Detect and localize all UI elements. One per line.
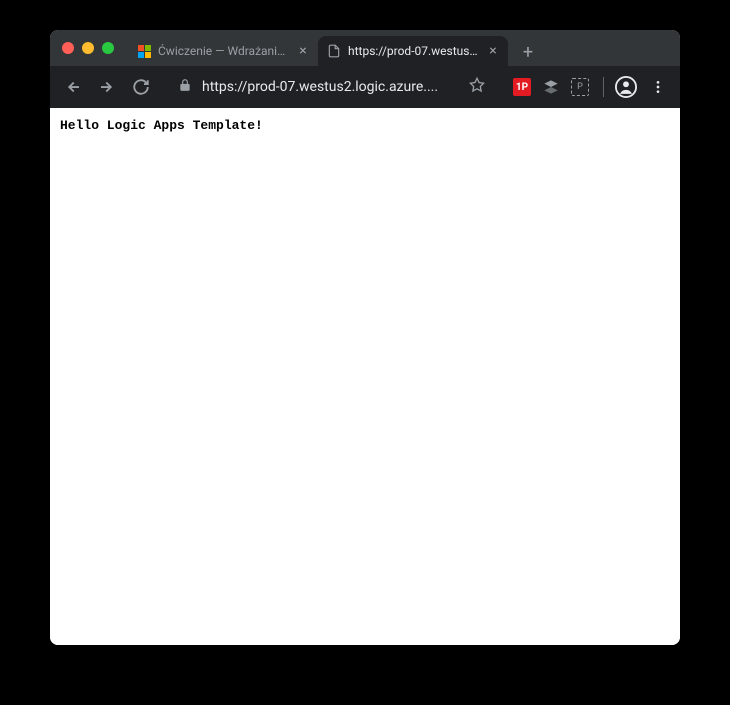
- lock-icon: [178, 78, 192, 96]
- window-maximize-button[interactable]: [102, 42, 114, 54]
- arrow-left-icon: [64, 78, 82, 96]
- tab-active[interactable]: https://prod-07.westus2.logic ×: [318, 36, 508, 66]
- window-controls: [62, 42, 128, 54]
- onepassword-extension-icon[interactable]: 1P: [513, 78, 531, 96]
- tab-close-icon[interactable]: ×: [486, 44, 500, 58]
- tab-close-icon[interactable]: ×: [296, 44, 310, 58]
- reload-button[interactable]: [126, 72, 156, 102]
- tab-inactive[interactable]: Ćwiczenie — Wdrażanie i eksportowanie ×: [128, 36, 318, 66]
- tab-title: https://prod-07.westus2.logic: [348, 44, 480, 58]
- toolbar: https://prod-07.westus2.logic.azure.... …: [50, 66, 680, 108]
- url-text: https://prod-07.westus2.logic.azure....: [202, 79, 459, 95]
- arrow-right-icon: [98, 78, 116, 96]
- bookmark-star-icon[interactable]: [469, 77, 485, 97]
- forward-button[interactable]: [92, 72, 122, 102]
- window-minimize-button[interactable]: [82, 42, 94, 54]
- window-close-button[interactable]: [62, 42, 74, 54]
- file-favicon-icon: [326, 43, 342, 59]
- browser-window: Ćwiczenie — Wdrażanie i eksportowanie × …: [50, 30, 680, 645]
- tab-bar: Ćwiczenie — Wdrażanie i eksportowanie × …: [50, 30, 680, 66]
- page-content: Hello Logic Apps Template!: [50, 108, 680, 645]
- tabs-container: Ćwiczenie — Wdrażanie i eksportowanie × …: [128, 30, 542, 66]
- toolbar-divider: [603, 77, 604, 97]
- tab-title: Ćwiczenie — Wdrażanie i eksportowanie: [158, 44, 290, 58]
- page-body-text: Hello Logic Apps Template!: [60, 118, 670, 133]
- kebab-menu-icon: [650, 79, 666, 95]
- new-tab-button[interactable]: +: [514, 38, 542, 66]
- address-bar[interactable]: https://prod-07.westus2.logic.azure....: [166, 72, 497, 102]
- chrome-menu-button[interactable]: [644, 73, 672, 101]
- reload-icon: [132, 78, 150, 96]
- profile-button[interactable]: [612, 73, 640, 101]
- back-button[interactable]: [58, 72, 88, 102]
- buffer-extension-icon[interactable]: [541, 77, 561, 97]
- extension-icons: 1P P: [507, 77, 595, 97]
- microsoft-favicon-icon: [136, 43, 152, 59]
- pixel-extension-icon[interactable]: P: [571, 78, 589, 96]
- profile-icon: [615, 76, 637, 98]
- chrome-top: Ćwiczenie — Wdrażanie i eksportowanie × …: [50, 30, 680, 108]
